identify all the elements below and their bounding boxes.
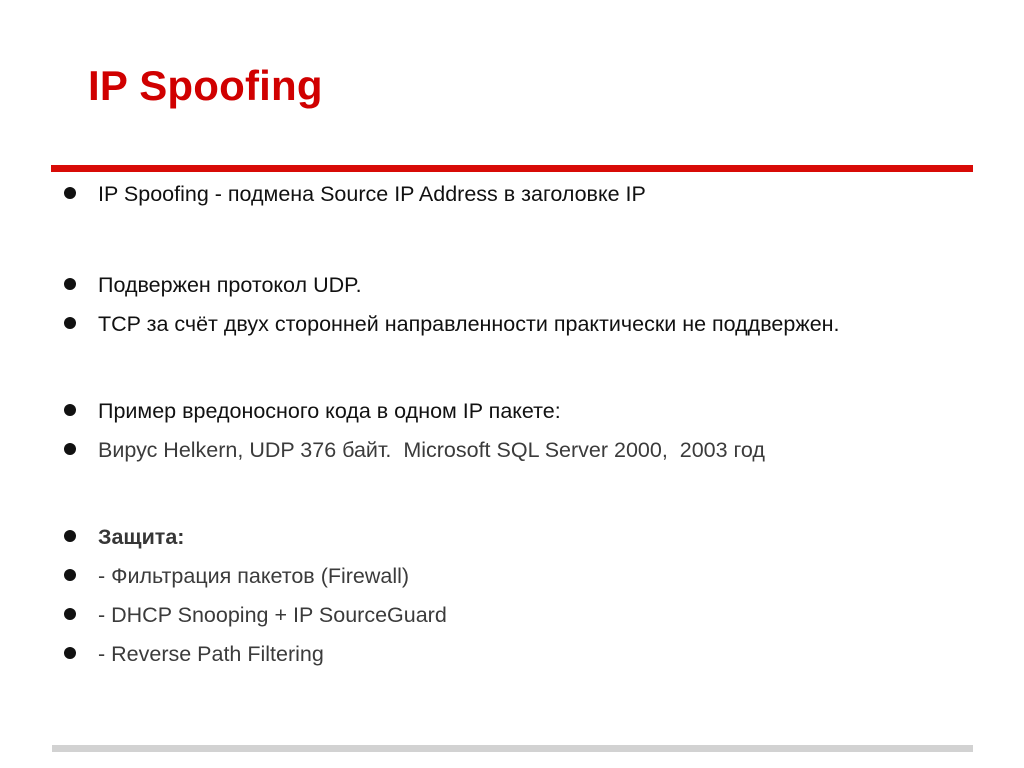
footer-divider-rule	[52, 745, 973, 752]
bullet-point-icon	[64, 317, 76, 329]
bullet-point-icon	[64, 187, 76, 199]
bullet-point-icon	[64, 647, 76, 659]
bullet-point-icon	[64, 530, 76, 542]
bullet-point-icon	[64, 608, 76, 620]
presentation-slide: IP Spoofing IP Spoofing - подмена Source…	[0, 0, 1024, 768]
list-item: - DHCP Snooping + IP SourceGuard	[60, 601, 960, 630]
bullet-point-icon	[64, 404, 76, 416]
list-item: - Reverse Path Filtering	[60, 640, 960, 669]
bullet-list: IP Spoofing - подмена Source IP Address …	[60, 180, 960, 669]
list-item-label: Пример вредоносного кода в одном IP паке…	[98, 399, 561, 423]
list-item-label: Подвержен протокол UDP.	[98, 273, 362, 297]
list-item-label: IP Spoofing - подмена Source IP Address …	[98, 182, 646, 206]
list-item-label: - Фильтрация пакетов (Firewall)	[98, 564, 410, 588]
list-item: TCP за счёт двух сторонней направленност…	[60, 310, 960, 339]
list-item-label: Вирус Helkern, UDP 376 байт. Microsoft S…	[98, 438, 765, 462]
page-title: IP Spoofing	[88, 62, 323, 109]
bullet-point-icon	[64, 443, 76, 455]
title-divider-rule	[51, 165, 973, 172]
list-item-label: - DHCP Snooping + IP SourceGuard	[98, 603, 447, 627]
bullet-point-icon	[64, 569, 76, 581]
list-item: - Фильтрация пакетов (Firewall)	[60, 562, 960, 591]
list-item-label: TCP за счёт двух сторонней направленност…	[98, 312, 840, 336]
list-item: Пример вредоносного кода в одном IP паке…	[60, 397, 960, 426]
list-item-label: Защита:	[98, 525, 185, 549]
list-item: Вирус Helkern, UDP 376 байт. Microsoft S…	[60, 436, 960, 465]
list-item: Подвержен протокол UDP.	[60, 271, 960, 300]
list-item-label: - Reverse Path Filtering	[98, 642, 324, 666]
list-item-defense-heading: Защита:	[60, 523, 960, 552]
bullet-point-icon	[64, 278, 76, 290]
list-item: IP Spoofing - подмена Source IP Address …	[60, 180, 960, 209]
